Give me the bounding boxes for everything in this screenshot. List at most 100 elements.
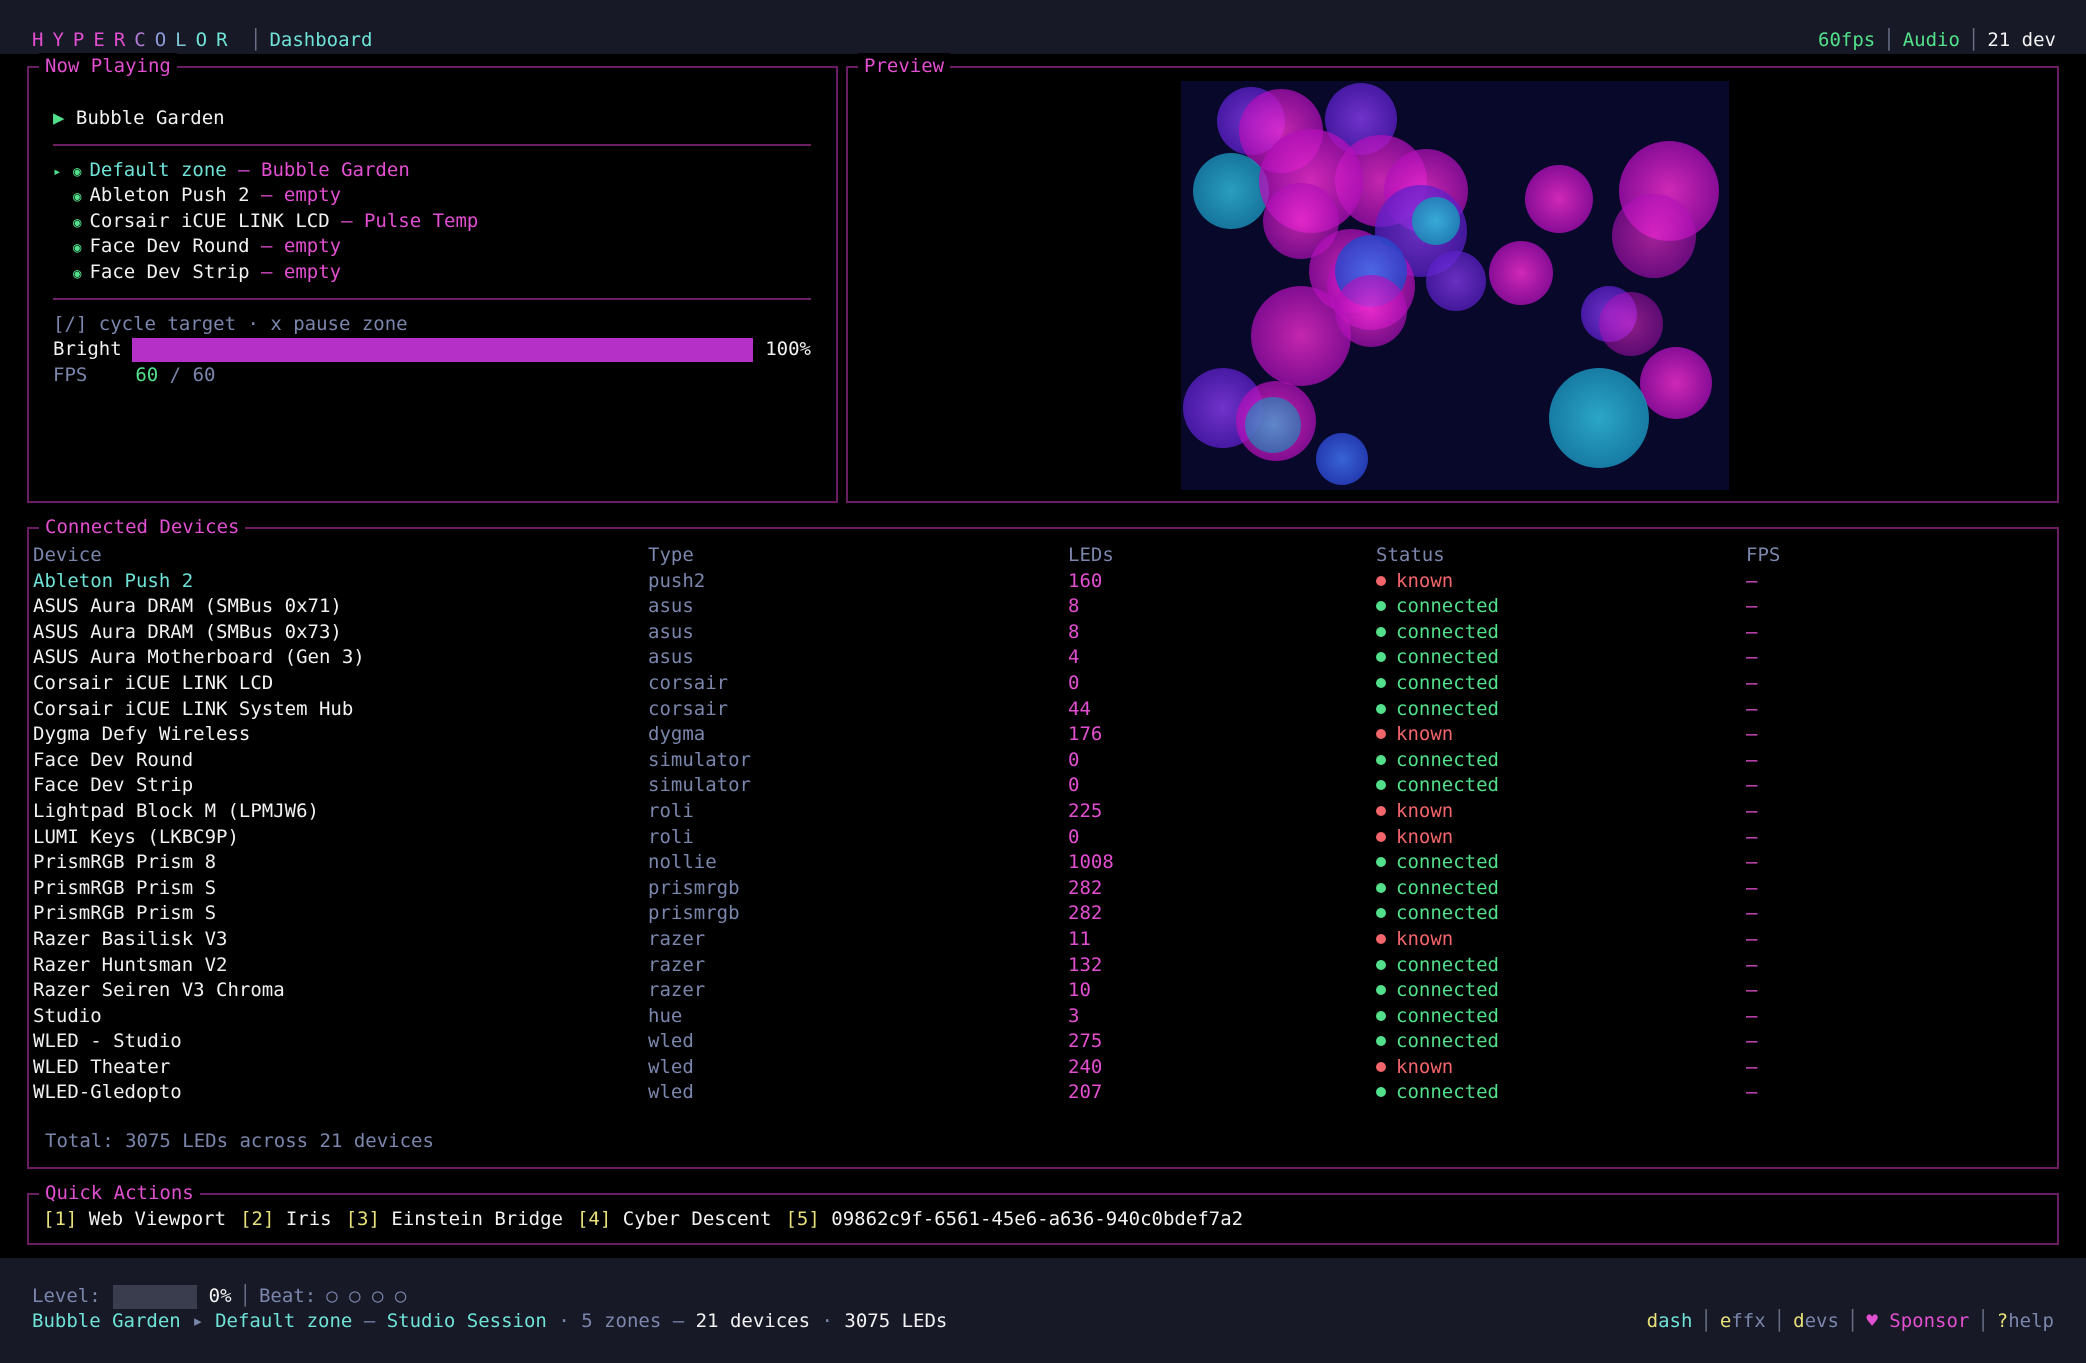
sponsor-link[interactable]: ♥ Sponsor (1866, 1310, 1969, 1332)
current-effect-name: Bubble Garden (75, 107, 225, 129)
table-row[interactable]: WLED-Gledopto wled 207 connected – (33, 1080, 2053, 1106)
arrow-icon: ▸ (192, 1310, 204, 1332)
column-header-status: Status (1376, 544, 1445, 566)
preview-title: Preview (858, 53, 951, 79)
quick-action-1[interactable]: [1] Web Viewport (43, 1208, 226, 1230)
device-status-label: connected (1396, 620, 1499, 643)
status-dot-icon (1376, 831, 1386, 842)
separator: │ (1700, 1310, 1712, 1332)
brightness-label: Bright (53, 338, 122, 361)
device-leds: 0 (1068, 748, 1080, 771)
zone-item[interactable]: ◉ Face Dev Round — empty (53, 234, 811, 260)
device-status-label: connected (1396, 953, 1499, 976)
device-fps: – (1746, 697, 1758, 720)
table-row[interactable]: Razer Basilisk V3 razer 11 known – (33, 927, 2053, 953)
device-leds: 275 (1068, 1030, 1103, 1053)
nav-hotkey: d (1646, 1310, 1659, 1332)
summary-leds: 3075 LEDs (844, 1310, 948, 1332)
device-type: wled (648, 1081, 694, 1104)
dot-separator: · (821, 1310, 833, 1332)
table-row[interactable]: Ableton Push 2 push2 160 known – (33, 569, 2053, 595)
device-name: PrismRGB Prism S (33, 902, 217, 925)
device-type: asus (648, 595, 694, 618)
quick-action-label: Einstein Bridge (391, 1208, 563, 1230)
audio-indicator: Audio (1902, 29, 1960, 51)
device-status: known (1376, 1055, 1453, 1081)
quick-action-key: [1] (43, 1208, 78, 1230)
device-fps: – (1746, 1004, 1758, 1027)
table-row[interactable]: Lightpad Block M (LPMJW6) roli 225 known – (33, 799, 2053, 825)
device-leds: 10 (1068, 979, 1091, 1002)
table-row[interactable]: Dygma Defy Wireless dygma 176 known – (33, 722, 2053, 748)
dash-separator: — (249, 260, 284, 283)
device-status: connected (1376, 594, 1499, 620)
brightness-row: Bright 100% (53, 337, 811, 363)
devices-total: Total: 3075 LEDs across 21 devices (45, 1130, 434, 1152)
zone-item[interactable]: ◉ Face Dev Strip — empty (53, 260, 811, 286)
fps-indicator: 60fps (1818, 29, 1876, 51)
quick-action-2[interactable]: [2] Iris (240, 1208, 332, 1230)
brightness-slider[interactable] (131, 337, 754, 362)
device-leds: 1008 (1068, 851, 1114, 874)
current-effect: ▶ Bubble Garden (53, 106, 811, 132)
breadcrumb-dashboard[interactable]: Dashboard (269, 29, 372, 51)
device-name: WLED Theater (33, 1055, 171, 1078)
device-name: PrismRGB Prism 8 (33, 851, 217, 874)
table-row[interactable]: Corsair iCUE LINK System Hub corsair 44 con… (33, 697, 2053, 723)
zone-hint: [/] cycle target · x pause zone (53, 312, 408, 335)
table-row[interactable]: Corsair iCUE LINK LCD corsair 0 connected – (33, 671, 2053, 697)
device-status-label: connected (1396, 671, 1499, 694)
device-leds: 8 (1068, 595, 1080, 618)
separator: │ (1883, 29, 1895, 51)
device-name: WLED - Studio (33, 1030, 182, 1053)
zone-item[interactable]: ◉ Ableton Push 2 — empty (53, 183, 811, 209)
device-status: connected (1376, 1029, 1499, 1055)
device-status-label: known (1396, 927, 1454, 950)
brand-letter: L (175, 29, 196, 51)
help-link[interactable]: ?help (1997, 1310, 2054, 1332)
device-type: wled (648, 1055, 694, 1078)
table-row[interactable]: LUMI Keys (LKBC9P) roli 0 known – (33, 825, 2053, 851)
nav-tab[interactable]: devs (1793, 1310, 1839, 1332)
quick-action-4[interactable]: [4] Cyber Descent (577, 1208, 772, 1230)
table-row[interactable]: Razer Huntsman V2 razer 132 connected – (33, 953, 2053, 979)
quick-action-5[interactable]: [5] 09862c9f-6561-45e6-a636-940c0bdef7a2 (785, 1208, 1243, 1230)
table-row[interactable]: ASUS Aura Motherboard (Gen 3) asus 4 connec… (33, 645, 2053, 671)
device-status: connected (1376, 901, 1499, 927)
device-fps: – (1746, 595, 1758, 618)
table-row[interactable]: Razer Seiren V3 Chroma razer 10 connected – (33, 978, 2053, 1004)
device-status: connected (1376, 978, 1499, 1004)
nav-label: ffx (1731, 1310, 1766, 1332)
table-row[interactable]: ASUS Aura DRAM (SMBus 0x71) asus 8 connecte… (33, 594, 2053, 620)
quick-action-3[interactable]: [3] Einstein Bridge (346, 1208, 563, 1230)
column-header-type: Type (648, 544, 694, 566)
dot-separator: · (558, 1310, 570, 1332)
table-row[interactable]: PrismRGB Prism S prismrgb 282 connected – (33, 876, 2053, 902)
nav-tabs: dash │ effx │ devs │ ♥ Sponsor │ ?help (1647, 1309, 2054, 1335)
quick-action-label: Iris (285, 1208, 332, 1230)
zone-item[interactable]: ◉ Corsair iCUE LINK LCD — Pulse Temp (53, 209, 811, 235)
session-summary: Bubble Garden ▸ Default zone — Studio Se… (32, 1309, 947, 1335)
table-row[interactable]: Face Dev Strip simulator 0 connected – (33, 773, 2053, 799)
status-dot-icon (1376, 652, 1386, 663)
table-row[interactable]: PrismRGB Prism 8 nollie 1008 connected – (33, 850, 2053, 876)
table-row[interactable]: WLED Theater wled 240 known – (33, 1055, 2053, 1081)
table-row[interactable]: Studio hue 3 connected – (33, 1004, 2053, 1030)
table-row[interactable]: WLED - Studio wled 275 connected – (33, 1029, 2053, 1055)
dash-separator: — (249, 235, 284, 258)
table-row[interactable]: ASUS Aura DRAM (SMBus 0x73) asus 8 connecte… (33, 620, 2053, 646)
zone-item[interactable]: ▸ ◉ Default zone — Bubble Garden (53, 158, 811, 184)
nav-tab[interactable]: effx (1720, 1310, 1766, 1332)
beat-dots: ○ ○ ○ ○ (326, 1285, 407, 1307)
table-row[interactable]: PrismRGB Prism S prismrgb 282 connected – (33, 901, 2053, 927)
status-dot-icon (1376, 729, 1386, 740)
brand-letter: E (93, 29, 114, 51)
device-name: Studio (33, 1004, 102, 1027)
device-status: connected (1376, 697, 1499, 723)
device-status-label: connected (1396, 774, 1499, 797)
nav-tab[interactable]: dash (1647, 1310, 1693, 1332)
level-value: 0% (208, 1285, 232, 1307)
quick-actions-list: [1] Web Viewport [2] Iris [3] Einstein Bri… (43, 1207, 1257, 1233)
table-row[interactable]: Face Dev Round simulator 0 connected – (33, 748, 2053, 774)
quick-actions-title: Quick Actions (39, 1180, 200, 1206)
